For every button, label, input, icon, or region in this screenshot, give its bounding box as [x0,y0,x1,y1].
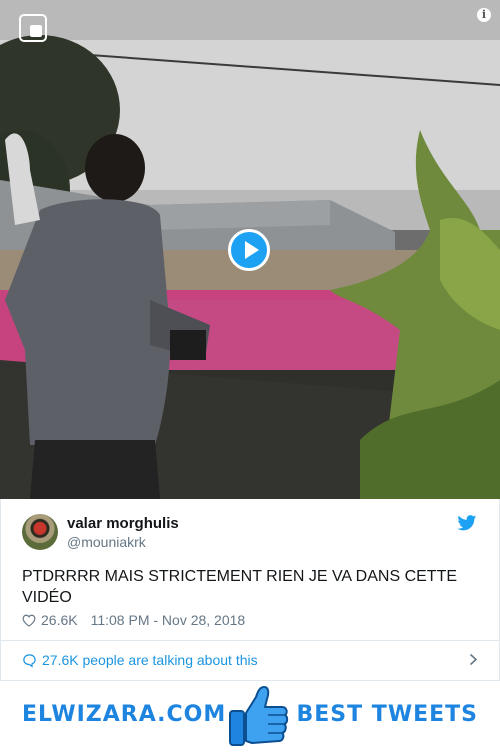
like-count[interactable]: 26.6K [41,612,78,628]
heart-icon[interactable] [22,614,36,627]
avatar[interactable] [22,514,58,550]
reply-bubble-icon [23,653,36,668]
divider [1,640,499,641]
tweet-meta: 26.6K 11:08 PM - Nov 28, 2018 [22,612,245,628]
chevron-right-icon [469,653,478,666]
conversation-link-label: 27.6K people are talking about this [42,652,258,668]
site-name[interactable]: ELWIZARA.COM [22,702,226,727]
tweet-card: valar morghulis @mouniakrk PTDRRRR MAIS … [0,499,500,681]
thumbs-up-icon [229,686,289,746]
author-handle[interactable]: @mouniakrk [67,534,146,550]
play-icon[interactable] [228,229,270,271]
conversation-link[interactable]: 27.6K people are talking about this [22,650,482,670]
tweet-timestamp[interactable]: 11:08 PM - Nov 28, 2018 [91,612,246,628]
info-icon[interactable]: i [477,8,491,22]
tweet-text: PTDRRRR MAIS STRICTEMENT RIEN JE VA DANS… [22,568,458,606]
twitter-bird-icon[interactable] [457,515,477,531]
tweet-video[interactable]: i [0,0,500,499]
author-display-name[interactable]: valar morghulis [67,515,179,532]
media-badge-icon [19,14,47,42]
banner-tagline: BEST TWEETS [296,702,478,727]
promo-banner: ELWIZARA.COM BEST TWEETS [0,681,500,752]
